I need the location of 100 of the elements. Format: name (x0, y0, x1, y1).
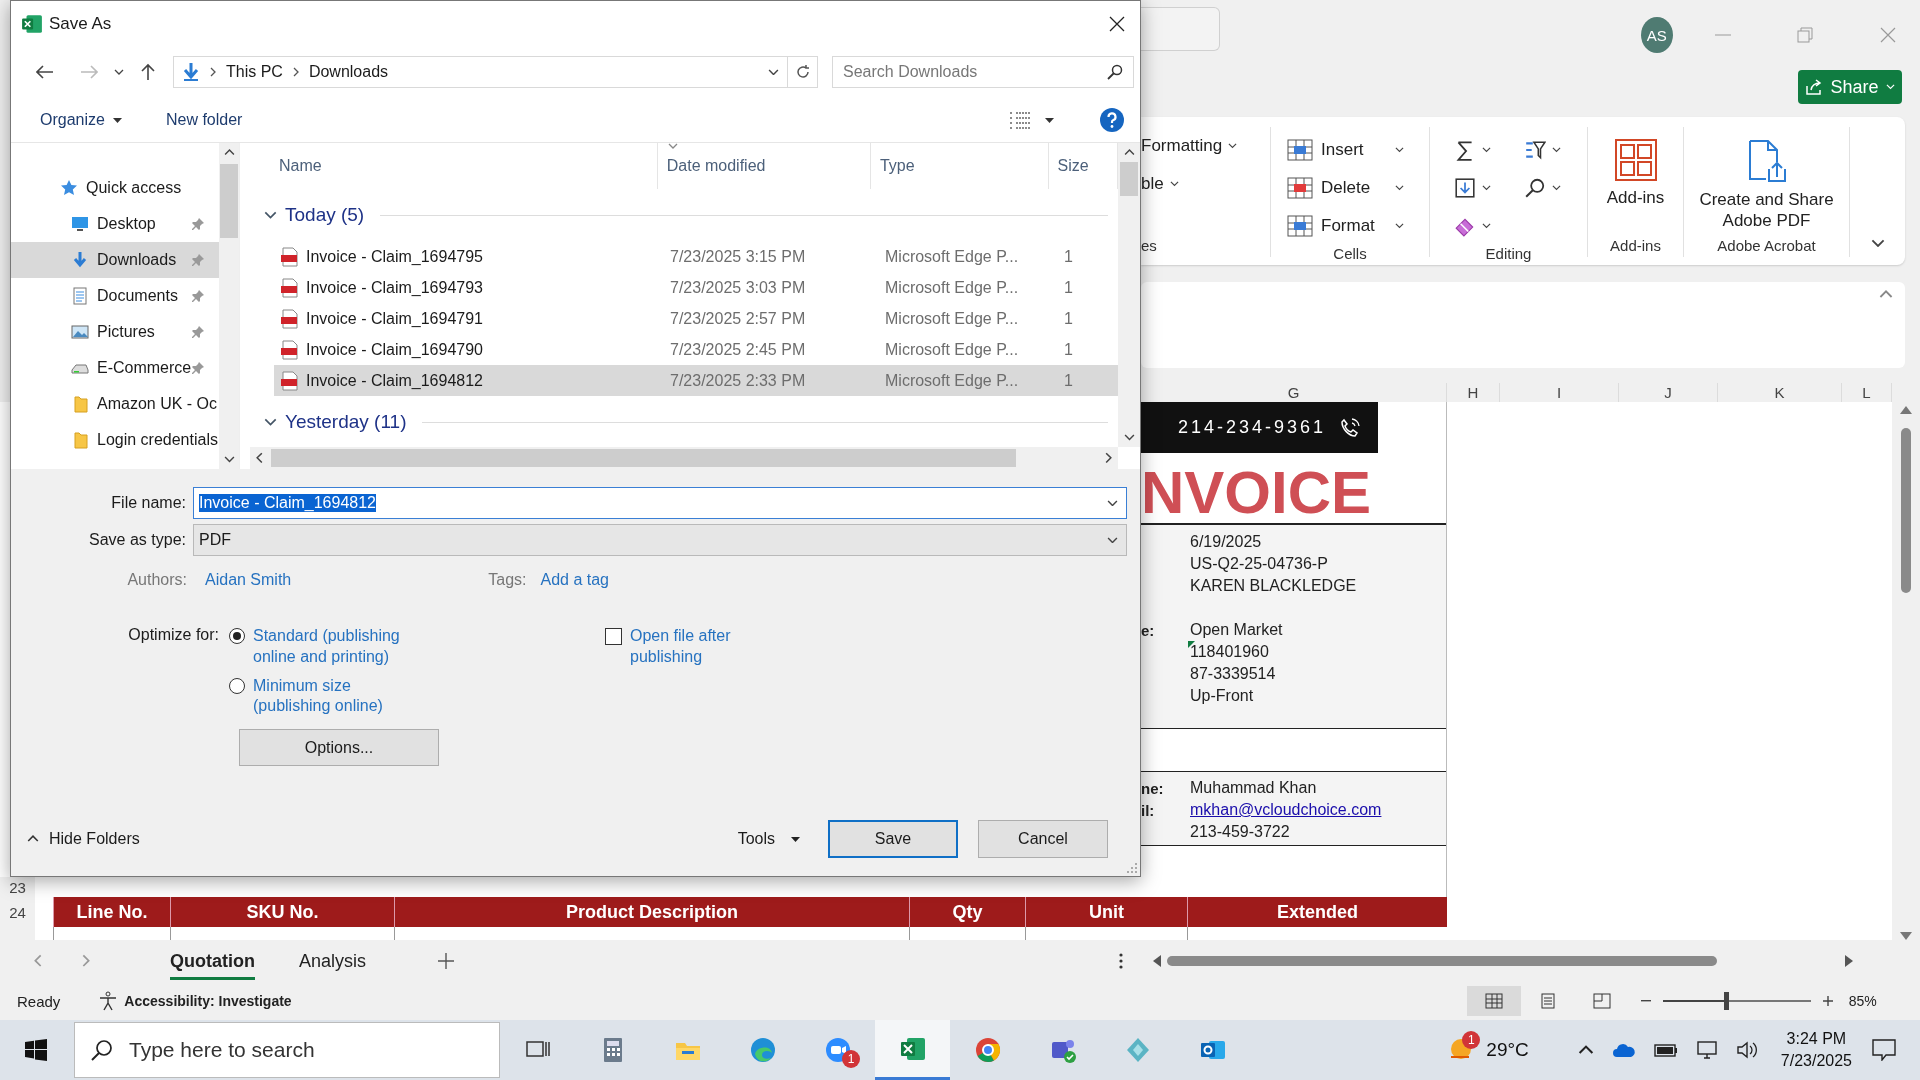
file-row[interactable]: Invoice - Claim_1694791 7/23/2025 2:57 PM Microsoft Edge P... 1 (274, 303, 1118, 334)
tree-item[interactable]: Login credentials (11, 422, 219, 458)
tree-item[interactable]: Desktop (11, 206, 219, 242)
radio-button[interactable] (229, 628, 245, 644)
email-link[interactable]: mkhan@vcloudchoice.com (1190, 801, 1382, 819)
options-button[interactable]: Options... (239, 729, 439, 767)
status-text: Ready (17, 992, 61, 1010)
breadcrumb-separator-icon (210, 67, 216, 77)
scroll-up-button[interactable] (223, 149, 235, 156)
add-ins-button[interactable]: Add-ins (1588, 131, 1683, 209)
address-dropdown[interactable] (768, 68, 779, 76)
scrollbar-thumb[interactable] (1167, 956, 1717, 966)
previous-sheet-button[interactable] (34, 954, 42, 968)
scroll-left-button[interactable] (256, 452, 263, 464)
column-header[interactable]: Type (870, 143, 1049, 189)
pdf-file-icon (281, 339, 299, 360)
cancel-button[interactable]: Cancel (978, 820, 1108, 858)
scroll-down-button[interactable] (223, 456, 235, 463)
sheet-tab[interactable]: Analysis (287, 946, 378, 976)
hide-folders-button[interactable]: Hide Folders (27, 830, 140, 848)
scrollbar-thumb[interactable] (271, 449, 1016, 467)
column-header[interactable]: Date modified (657, 143, 871, 189)
tree-item[interactable]: Downloads (11, 242, 219, 278)
next-sheet-button[interactable] (82, 954, 90, 968)
search-field[interactable]: Search Downloads (832, 56, 1134, 88)
chrome-icon (973, 1036, 1002, 1064)
tree-item[interactable]: Amazon UK - Oc (11, 386, 219, 422)
scroll-up-button[interactable] (1900, 406, 1912, 414)
cell-label: ne: (1141, 779, 1165, 797)
refresh-button[interactable] (788, 56, 818, 88)
scrollbar-thumb[interactable] (220, 163, 238, 238)
option-label[interactable]: Standard (publishing online and printing) (253, 626, 418, 668)
scroll-right-button[interactable] (1105, 452, 1112, 464)
organize-button[interactable]: Organize (40, 111, 122, 129)
ribbon-button[interactable]: Delete (1271, 169, 1429, 207)
zoom-taskbar-button[interactable]: 1 (800, 1020, 875, 1080)
ribbon-button[interactable]: Formatting (1141, 127, 1270, 165)
file-row[interactable]: Invoice - Claim_1694793 7/23/2025 3:03 PM Microsoft Edge P... 1 (274, 272, 1118, 303)
clock[interactable]: 3:24 PM 7/23/2025 (1780, 1028, 1852, 1072)
radio-button[interactable] (229, 677, 245, 694)
pin-icon[interactable] (191, 217, 205, 231)
pin-icon[interactable] (191, 289, 205, 303)
help-button[interactable] (1100, 108, 1124, 132)
column-header[interactable]: Name (250, 143, 658, 189)
ribbon-button[interactable]: Insert (1271, 131, 1429, 169)
breadcrumb[interactable]: This PC (226, 63, 283, 81)
scrollbar-thumb[interactable] (1901, 428, 1911, 593)
checkbox-label[interactable]: Open file after publishing (630, 626, 755, 726)
invoice-title: NVOICE (1141, 463, 1372, 523)
address-bar[interactable]: This PC Downloads (173, 56, 788, 88)
tree-item[interactable]: Documents (11, 278, 219, 314)
tree-item[interactable]: Quick access (11, 170, 219, 206)
pin-icon[interactable] (191, 361, 205, 375)
tags-field[interactable]: Add a tag (540, 571, 609, 589)
scroll-up-button[interactable] (1123, 149, 1135, 156)
authors-field[interactable]: Aidan Smith (205, 571, 292, 589)
group-toggle[interactable] (264, 418, 277, 426)
file-row[interactable]: Invoice - Claim_1694812 7/23/2025 2:33 PM Microsoft Edge P... 1 (274, 365, 1118, 396)
pin-icon[interactable] (191, 325, 205, 339)
field-label: Optimize for: (127, 626, 220, 645)
account-avatar[interactable]: AS (1640, 17, 1673, 53)
field-label: Save as type: (88, 531, 187, 549)
new-folder-button[interactable]: New folder (165, 111, 243, 129)
format-cells-icon (1287, 215, 1313, 237)
checkbox[interactable] (605, 628, 622, 645)
file-row[interactable]: Invoice - Claim_1694790 7/23/2025 2:45 PM Microsoft Edge P... 1 (274, 334, 1118, 365)
excel-taskbar-button[interactable] (875, 1020, 950, 1080)
view-button[interactable] (1009, 111, 1054, 129)
share-button[interactable]: Share (1798, 70, 1902, 104)
file-name-field[interactable]: Invoice - Claim_1694812 (193, 487, 1127, 519)
tree-item[interactable]: E-Commerce (11, 350, 219, 386)
add-sheet-button[interactable] (438, 953, 454, 969)
accessibility-button[interactable]: Accessibility: Investigate (98, 991, 292, 1011)
search-field[interactable]: Type here to search (74, 1022, 500, 1078)
collapse-ribbon-button[interactable] (1870, 238, 1885, 247)
file-type-dropdown[interactable]: PDF (193, 524, 1127, 556)
tools-button[interactable]: Tools (737, 830, 800, 848)
ribbon-button[interactable]: ble (1141, 165, 1270, 203)
normal-view-button[interactable] (1466, 986, 1521, 1016)
scrollbar-thumb[interactable] (1120, 161, 1138, 196)
create-pdf-button[interactable]: Create and Share Adobe PDF (1684, 131, 1849, 232)
cell-value: US-Q2-25-04736-P (1190, 555, 1328, 573)
zoom-in-icon (1822, 996, 1833, 1006)
scroll-down-button[interactable] (1900, 932, 1912, 940)
table-header: Line No. (53, 897, 170, 927)
table-cell-text: Microsoft Edge P... (884, 371, 1020, 390)
field-label: Authors: (126, 571, 188, 589)
save-button[interactable]: Save (828, 820, 958, 858)
ribbon-button[interactable]: Format (1271, 207, 1429, 245)
cell-value: 213-459-3722 (1190, 823, 1290, 841)
chevron-up-icon (1879, 290, 1893, 299)
file-row[interactable]: Invoice - Claim_1694795 7/23/2025 3:15 PM Microsoft Edge P... 1 (274, 241, 1118, 272)
group-toggle[interactable] (264, 211, 277, 219)
option-label[interactable]: Minimum size (publishing online) (253, 675, 418, 718)
more-button[interactable] (1119, 953, 1123, 969)
scroll-down-button[interactable] (1123, 434, 1135, 441)
search-field[interactable] (1141, 7, 1220, 51)
notifications-button[interactable] (1872, 1039, 1896, 1061)
breadcrumb[interactable]: Downloads (308, 63, 389, 81)
tree-item[interactable]: Pictures (11, 314, 219, 350)
